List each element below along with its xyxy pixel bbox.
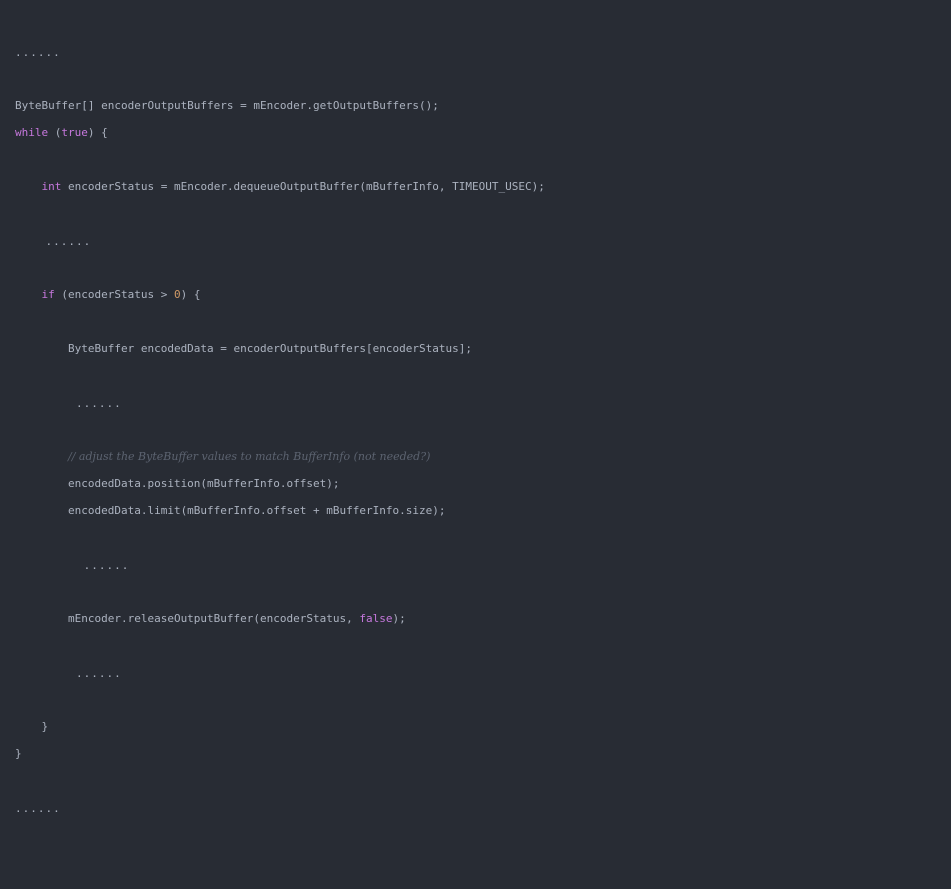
- ellipsis-text: ......: [15, 46, 61, 59]
- code-line-if: if (encoderStatus > 0) {: [15, 287, 201, 303]
- code-text: }: [15, 747, 22, 760]
- keyword-false: false: [359, 612, 393, 625]
- keyword-true: true: [61, 126, 88, 139]
- code-line-limit: encodedData.limit(mBufferInfo.offset + m…: [15, 503, 446, 519]
- code-line-ellipsis: ......: [15, 234, 91, 250]
- code-text: (: [48, 126, 62, 139]
- code-text: ) {: [180, 288, 201, 301]
- code-text: mEncoder.releaseOutputBuffer(encoderStat…: [15, 612, 360, 625]
- code-line-while: while (true) {: [15, 125, 108, 141]
- code-text: }: [15, 720, 49, 733]
- code-line-comment: // adjust the ByteBuffer values to match…: [15, 449, 430, 465]
- keyword-if: if: [41, 288, 55, 301]
- code-line-ellipsis: ......: [15, 396, 122, 412]
- number-literal: 0: [173, 288, 181, 301]
- ellipsis-text: ......: [15, 667, 122, 680]
- code-line-ellipsis: ......: [15, 666, 122, 682]
- code-text: encodedData.position(mBufferInfo.offset)…: [15, 477, 340, 490]
- code-block: ...... ByteBuffer[] encoderOutputBuffers…: [0, 0, 951, 889]
- code-text: encoderStatus = mEncoder.dequeueOutputBu…: [61, 180, 545, 193]
- code-text: ByteBuffer encodedData = encoderOutputBu…: [15, 342, 472, 355]
- code-line-release-buffer: mEncoder.releaseOutputBuffer(encoderStat…: [15, 611, 406, 627]
- ellipsis-text: ......: [15, 802, 61, 815]
- ellipsis-text: ......: [15, 235, 92, 248]
- code-line-ellipsis: ......: [15, 45, 61, 61]
- code-line-close-if: }: [15, 719, 48, 735]
- code-text: (encoderStatus >: [54, 288, 174, 301]
- code-line-encoded-data: ByteBuffer encodedData = encoderOutputBu…: [15, 341, 472, 357]
- ellipsis-text: ......: [15, 397, 122, 410]
- code-line-close-while: }: [15, 746, 22, 762]
- code-comment: // adjust the ByteBuffer values to match…: [67, 450, 431, 463]
- keyword-while: while: [15, 126, 49, 139]
- code-text: ByteBuffer[] encoderOutputBuffers = mEnc…: [15, 99, 439, 112]
- keyword-int: int: [41, 180, 62, 193]
- code-line-encoder-status: int encoderStatus = mEncoder.dequeueOutp…: [15, 179, 545, 195]
- code-text: encodedData.limit(mBufferInfo.offset + m…: [15, 504, 446, 517]
- code-line-output-buffers: ByteBuffer[] encoderOutputBuffers = mEnc…: [15, 98, 439, 114]
- code-text: ) {: [87, 126, 108, 139]
- code-text: );: [392, 612, 406, 625]
- code-line-ellipsis: ......: [15, 801, 61, 817]
- code-line-ellipsis: ......: [15, 558, 129, 574]
- code-line-position: encodedData.position(mBufferInfo.offset)…: [15, 476, 340, 492]
- ellipsis-text: ......: [15, 559, 130, 572]
